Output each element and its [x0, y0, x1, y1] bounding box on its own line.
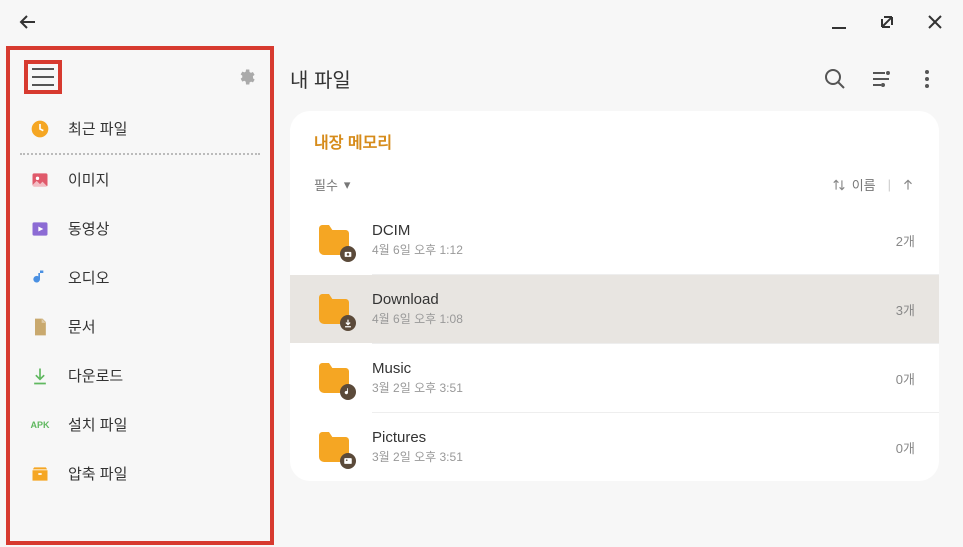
download-badge-icon	[340, 315, 356, 331]
file-count: 2개	[896, 231, 915, 250]
file-name: Music	[372, 360, 896, 377]
file-row[interactable]: DCIM 4월 6일 오후 1:12 2개	[290, 206, 939, 274]
sidebar-item-label: 압축 파일	[68, 463, 127, 484]
folder-icon	[314, 427, 354, 467]
sidebar-item-label: 최근 파일	[68, 118, 127, 139]
settings-button[interactable]	[236, 67, 256, 87]
storage-title: 내장 메모리	[290, 129, 939, 175]
sidebar-item-videos[interactable]: 동영상	[10, 204, 270, 253]
document-icon	[30, 317, 50, 337]
back-button[interactable]	[16, 10, 40, 34]
image-badge-icon	[340, 453, 356, 469]
search-button[interactable]	[823, 67, 847, 91]
file-row[interactable]: Music 3월 2일 오후 3:51 0개	[290, 344, 939, 412]
minimize-button[interactable]	[827, 10, 851, 34]
file-count: 0개	[896, 438, 915, 457]
camera-badge-icon	[340, 246, 356, 262]
folder-icon	[314, 358, 354, 398]
file-name: Pictures	[372, 429, 896, 446]
image-icon	[30, 170, 50, 190]
sidebar-item-label: 오디오	[68, 267, 109, 288]
view-options-button[interactable]	[869, 67, 893, 91]
sidebar-item-images[interactable]: 이미지	[10, 155, 270, 204]
video-icon	[30, 219, 50, 239]
sidebar-item-label: 설치 파일	[68, 414, 127, 435]
page-title: 내 파일	[290, 64, 351, 93]
sidebar-item-archives[interactable]: 압축 파일	[10, 449, 270, 498]
file-row[interactable]: Pictures 3월 2일 오후 3:51 0개	[290, 413, 939, 481]
more-button[interactable]	[915, 67, 939, 91]
archive-icon	[30, 464, 50, 484]
clock-icon	[30, 119, 50, 139]
maximize-button[interactable]	[875, 10, 899, 34]
sidebar-item-label: 이미지	[68, 169, 109, 190]
file-name: DCIM	[372, 222, 896, 239]
folder-icon	[314, 220, 354, 260]
file-meta: 4월 6일 오후 1:12	[372, 241, 896, 258]
menu-button[interactable]	[24, 60, 62, 94]
file-row[interactable]: Download 4월 6일 오후 1:08 3개	[290, 275, 939, 343]
chevron-down-icon[interactable]: ▾	[344, 177, 351, 193]
sort-icon[interactable]	[832, 178, 846, 192]
separator: |	[888, 177, 891, 192]
sidebar-item-apk[interactable]: APK 설치 파일	[10, 400, 270, 449]
sidebar-item-downloads[interactable]: 다운로드	[10, 351, 270, 400]
sidebar-item-documents[interactable]: 문서	[10, 302, 270, 351]
sort-ascending-button[interactable]	[901, 178, 915, 192]
file-meta: 3월 2일 오후 3:51	[372, 448, 896, 465]
file-meta: 3월 2일 오후 3:51	[372, 379, 896, 396]
download-icon	[30, 366, 50, 386]
close-button[interactable]	[923, 10, 947, 34]
sidebar-item-label: 동영상	[68, 218, 109, 239]
file-name: Download	[372, 291, 896, 308]
sidebar-item-audio[interactable]: 오디오	[10, 253, 270, 302]
sidebar-item-label: 다운로드	[68, 365, 123, 386]
sidebar-item-label: 문서	[68, 316, 96, 337]
sort-label[interactable]: 이름	[852, 175, 876, 194]
apk-icon: APK	[30, 415, 50, 435]
hamburger-icon	[32, 68, 54, 86]
file-meta: 4월 6일 오후 1:08	[372, 310, 896, 327]
music-badge-icon	[340, 384, 356, 400]
file-count: 3개	[896, 300, 915, 319]
audio-icon	[30, 268, 50, 288]
filter-label[interactable]: 필수	[314, 175, 338, 194]
file-count: 0개	[896, 369, 915, 388]
folder-icon	[314, 289, 354, 329]
sidebar-item-recent[interactable]: 최근 파일	[10, 104, 270, 153]
sidebar: 최근 파일 이미지 동영상 오디오 문서	[6, 46, 274, 545]
